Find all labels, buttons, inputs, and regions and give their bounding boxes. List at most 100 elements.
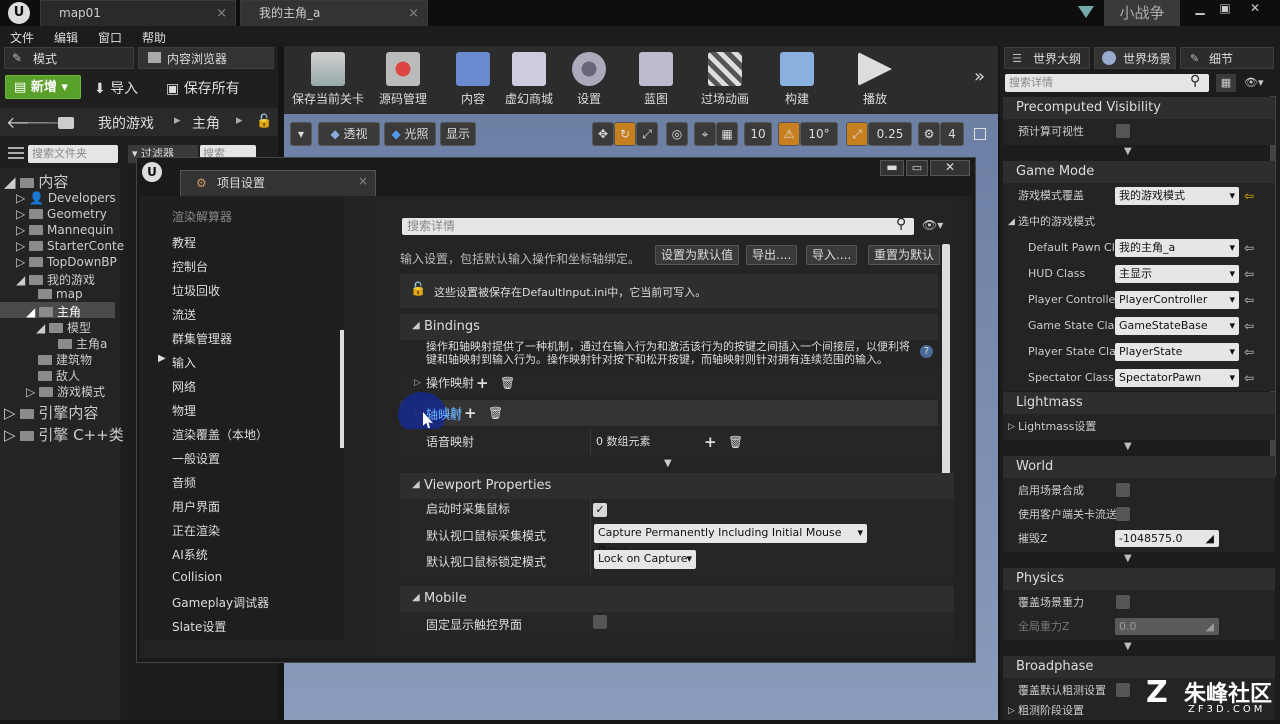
mobile-header[interactable]: Mobile bbox=[400, 586, 954, 612]
category-item[interactable]: 垃圾回收 bbox=[172, 282, 220, 299]
broadphase-header[interactable]: Broadphase bbox=[1003, 656, 1275, 678]
details-scrollbar[interactable] bbox=[942, 244, 950, 484]
drag-handle-icon[interactable]: ◢ bbox=[1206, 530, 1214, 547]
content-button[interactable]: 内容 bbox=[448, 48, 498, 110]
show-advanced-icon[interactable]: ▼ bbox=[1124, 553, 1132, 564]
export-button[interactable]: 导出.... bbox=[746, 245, 798, 265]
breadcrumb-game[interactable]: 我的游戏 bbox=[98, 113, 154, 133]
maximize-button[interactable]: ▣ bbox=[1214, 2, 1236, 16]
tree-item[interactable]: ▷ 引擎内容 bbox=[4, 402, 98, 423]
show-advanced-icon[interactable]: ▼ bbox=[664, 458, 672, 469]
physics-header[interactable]: Physics bbox=[1003, 568, 1275, 590]
lit-button[interactable]: ◆ 光照 bbox=[384, 122, 436, 146]
list-view-icon[interactable] bbox=[8, 147, 24, 161]
camera-speed[interactable]: 4 bbox=[940, 122, 964, 146]
surface-snap-icon[interactable]: ⌖ bbox=[694, 122, 716, 146]
grid-snap-icon[interactable]: ▦ bbox=[716, 122, 738, 146]
class-dropdown[interactable]: 我的主角_a bbox=[1115, 239, 1239, 257]
add-icon[interactable]: + bbox=[464, 400, 477, 426]
use-selected-arrow-icon[interactable]: ⇦ bbox=[1244, 344, 1260, 360]
class-dropdown[interactable]: GameStateBase bbox=[1115, 317, 1239, 335]
save-level-button[interactable]: 保存当前关卡 bbox=[288, 48, 368, 110]
cinematics-button[interactable]: 过场动画 bbox=[698, 48, 752, 110]
add-icon[interactable]: + bbox=[476, 370, 489, 396]
tree-item[interactable]: 建筑物 bbox=[38, 351, 92, 368]
trash-icon[interactable]: 🗑 bbox=[728, 429, 743, 455]
show-advanced-icon[interactable]: ▼ bbox=[1124, 641, 1132, 652]
always-show-touch-checkbox[interactable] bbox=[593, 615, 607, 629]
speech-mappings-row[interactable]: 语音映射 0 数组元素 + 🗑 bbox=[400, 429, 938, 455]
source-control-button[interactable]: 源码管理 bbox=[372, 48, 434, 110]
category-item[interactable]: 音频 bbox=[172, 474, 196, 491]
category-item[interactable]: 正在渲染 bbox=[172, 522, 220, 539]
dialog-minimize-button[interactable]: ▬ bbox=[880, 160, 904, 176]
tab-map01[interactable]: map01 × bbox=[40, 0, 236, 26]
rotation-snap-icon[interactable]: ⚠ bbox=[778, 122, 800, 146]
client-streaming-checkbox[interactable] bbox=[1116, 507, 1130, 521]
precomputed-checkbox[interactable] bbox=[1116, 124, 1130, 138]
category-item[interactable]: 控制台 bbox=[172, 258, 208, 275]
override-broadphase-checkbox[interactable] bbox=[1116, 683, 1130, 697]
import-button[interactable]: ⬇ 导入 bbox=[94, 78, 138, 98]
menu-window[interactable]: 窗口 bbox=[98, 29, 122, 46]
category-item[interactable]: 输入 bbox=[172, 354, 196, 371]
category-item[interactable]: Collision bbox=[172, 570, 222, 584]
tree-item-selected[interactable]: ◢ 主角 bbox=[26, 303, 81, 320]
category-item[interactable]: 物理 bbox=[172, 402, 196, 419]
use-selected-arrow-icon[interactable]: ⇦ bbox=[1244, 370, 1260, 386]
class-dropdown[interactable]: PlayerState bbox=[1115, 343, 1239, 361]
category-item[interactable]: 渲染覆盖（本地） bbox=[172, 426, 268, 443]
use-selected-arrow-icon[interactable]: ⇦ bbox=[1244, 318, 1260, 334]
use-selected-arrow-icon[interactable]: ⇦ bbox=[1244, 240, 1260, 256]
trash-icon[interactable]: 🗑 bbox=[500, 370, 515, 396]
category-item[interactable]: 网络 bbox=[172, 378, 196, 395]
close-icon[interactable]: × bbox=[216, 1, 227, 26]
tree-item[interactable]: map bbox=[38, 287, 83, 301]
eye-icon[interactable]: 👁▾ bbox=[1244, 76, 1264, 89]
toolbar-overflow-icon[interactable]: » bbox=[974, 66, 985, 87]
lightmass-header[interactable]: Lightmass bbox=[1003, 392, 1275, 414]
category-item[interactable]: AI系统 bbox=[172, 546, 208, 563]
close-icon[interactable]: × bbox=[408, 1, 419, 26]
folder-icon[interactable] bbox=[58, 117, 74, 129]
tree-item[interactable]: ▷ StarterConte bbox=[16, 239, 124, 253]
translate-icon[interactable]: ✥ bbox=[592, 122, 614, 146]
game-mode-header[interactable]: Game Mode bbox=[1003, 161, 1275, 183]
menu-edit[interactable]: 编辑 bbox=[54, 29, 78, 46]
world-header[interactable]: World bbox=[1003, 456, 1275, 478]
category-item[interactable]: 一般设置 bbox=[172, 450, 220, 467]
axis-mappings-row[interactable]: ▷轴映射+🗑 bbox=[400, 400, 938, 426]
show-advanced-icon[interactable]: ▼ bbox=[1124, 146, 1132, 157]
tree-item[interactable]: 敌人 bbox=[38, 367, 80, 384]
category-item[interactable]: 流送 bbox=[172, 306, 196, 323]
feedback-icon[interactable] bbox=[1078, 6, 1094, 18]
class-dropdown[interactable]: 主显示 bbox=[1115, 265, 1239, 283]
tree-item[interactable]: ▷ Mannequin bbox=[16, 223, 114, 237]
viewport-properties-header[interactable]: Viewport Properties bbox=[400, 473, 954, 499]
rotation-snap[interactable]: 10° bbox=[800, 122, 838, 146]
lock-mode-dropdown[interactable]: Lock on Capture bbox=[594, 550, 696, 569]
menu-help[interactable]: 帮助 bbox=[142, 29, 166, 46]
help-icon[interactable]: ? bbox=[920, 345, 933, 358]
marketplace-button[interactable]: 虚幻商城 bbox=[502, 48, 556, 110]
tree-item[interactable]: ▷ 👤 Developers bbox=[16, 191, 116, 205]
play-button[interactable]: 播放 bbox=[852, 48, 898, 110]
close-button[interactable]: ✕ bbox=[1240, 2, 1270, 16]
kill-z-input[interactable]: -1048575.0 ◢ bbox=[1115, 530, 1219, 547]
set-default-button[interactable]: 设置为默认值 bbox=[655, 245, 740, 265]
breadcrumb-hero[interactable]: 主角 bbox=[192, 113, 220, 133]
browse-arrow-icon[interactable]: ⇦ bbox=[1244, 188, 1260, 204]
show-button[interactable]: 显示 bbox=[440, 122, 476, 146]
reset-default-button[interactable]: 重置为默认 bbox=[868, 245, 941, 265]
tree-item[interactable]: ▷ 引擎 C++类 bbox=[4, 424, 124, 445]
rotate-icon[interactable]: ↻ bbox=[614, 122, 636, 146]
world-composition-checkbox[interactable] bbox=[1116, 483, 1130, 497]
viewport-menu-button[interactable]: ▾ bbox=[290, 122, 312, 146]
scale-icon[interactable]: ⤢ bbox=[636, 122, 658, 146]
perspective-button[interactable]: ◆ 透视 bbox=[318, 122, 380, 146]
category-scrollbar[interactable] bbox=[340, 330, 344, 448]
tree-item[interactable]: ▷ TopDownBP bbox=[16, 255, 117, 269]
category-item[interactable]: 教程 bbox=[172, 234, 196, 251]
capture-mode-dropdown[interactable]: Capture Permanently Including Initial Mo… bbox=[594, 524, 867, 557]
use-selected-arrow-icon[interactable]: ⇦ bbox=[1244, 266, 1260, 282]
